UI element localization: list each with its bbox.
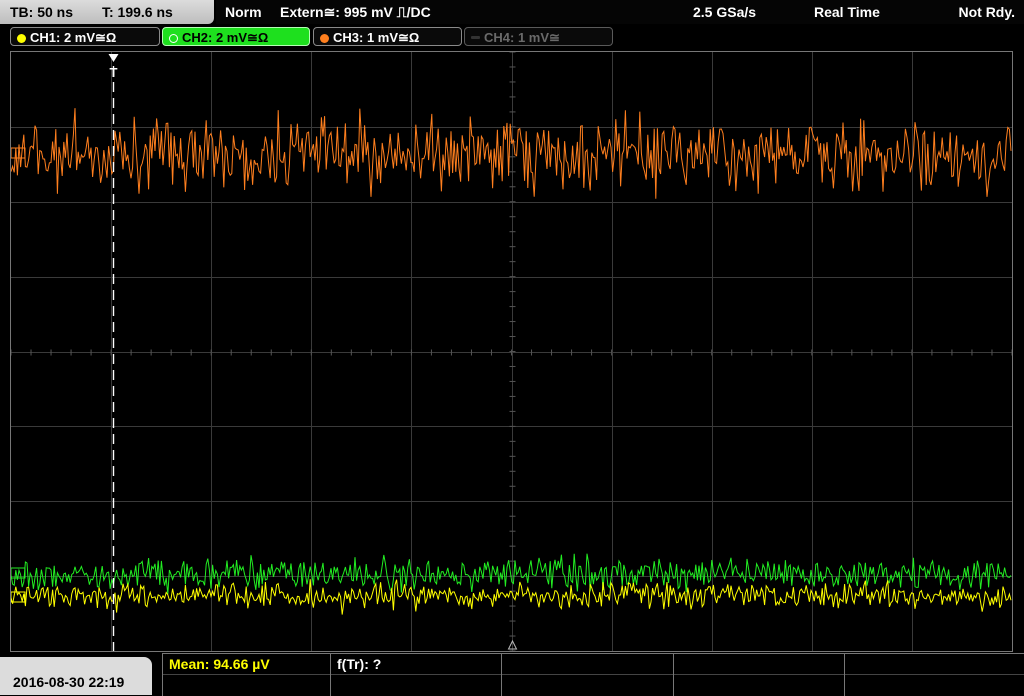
datetime-readout: 2016-08-30 22:19 xyxy=(13,674,125,690)
trigger-status-bar[interactable]: Norm Extern≅: 995 mV ⎍/DC 2.5 GSa/s Real… xyxy=(216,0,1024,24)
channel-4-label: CH4: 1 mV≅ xyxy=(484,30,560,45)
datetime-panel: 2016-08-30 22:19 xyxy=(0,657,152,695)
trigger-time-readout: T: 199.6 ns xyxy=(102,4,173,20)
mean-measurement: Mean: 94.66 µV xyxy=(169,656,270,672)
waveform-canvas: T xyxy=(11,52,1012,651)
channel-1-indicator-icon xyxy=(17,34,26,43)
channel-3-indicator-icon xyxy=(320,34,329,43)
measurement-cell-function[interactable]: f(Tr): ? xyxy=(330,654,501,696)
function-measurement: f(Tr): ? xyxy=(337,656,382,672)
trigger-marker-label: T xyxy=(110,65,118,80)
trigger-position-arrow-icon xyxy=(108,54,119,62)
trigger-source: Extern≅: 995 mV ⎍/DC xyxy=(280,4,431,20)
channel-2-button[interactable]: CH2: 2 mV≅Ω xyxy=(162,27,310,46)
acquisition-mode: Real Time xyxy=(814,4,880,20)
measurement-cell-mean[interactable]: Mean: 94.66 µV xyxy=(162,654,330,696)
ch1-trace xyxy=(11,579,1012,615)
measurement-panel[interactable]: Mean: 94.66 µV f(Tr): ? xyxy=(162,653,1024,696)
channel-3-label: CH3: 1 mV≅Ω xyxy=(333,30,420,45)
sample-rate: 2.5 GSa/s xyxy=(693,4,757,20)
measurement-cell-empty-3[interactable] xyxy=(844,654,1024,696)
measurement-cell-empty-2[interactable] xyxy=(673,654,844,696)
measurement-cell-empty-1[interactable] xyxy=(501,654,673,696)
channel-3-button[interactable]: CH3: 1 mV≅Ω xyxy=(313,27,462,46)
trigger-mode: Norm xyxy=(225,4,262,20)
channel-1-label: CH1: 2 mV≅Ω xyxy=(30,30,117,45)
waveform-traces xyxy=(11,108,1012,615)
channel-2-label: CH2: 2 mV≅Ω xyxy=(182,30,269,45)
channel-2-indicator-icon xyxy=(169,34,178,43)
waveform-display[interactable]: T xyxy=(10,51,1013,652)
channel-4-button[interactable]: CH4: 1 mV≅ xyxy=(464,27,613,46)
trigger-state: Not Rdy. xyxy=(958,4,1015,20)
timebase-readout: TB: 50 ns xyxy=(10,4,74,20)
ch3-trace xyxy=(11,108,1012,199)
channel-bar: CH1: 2 mV≅Ω CH2: 2 mV≅Ω CH3: 1 mV≅Ω CH4:… xyxy=(0,26,1024,48)
channel-1-button[interactable]: CH1: 2 mV≅Ω xyxy=(10,27,160,46)
timebase-panel[interactable]: TB: 50 ns T: 199.6 ns xyxy=(0,0,214,24)
channel-4-indicator-icon xyxy=(471,36,480,39)
